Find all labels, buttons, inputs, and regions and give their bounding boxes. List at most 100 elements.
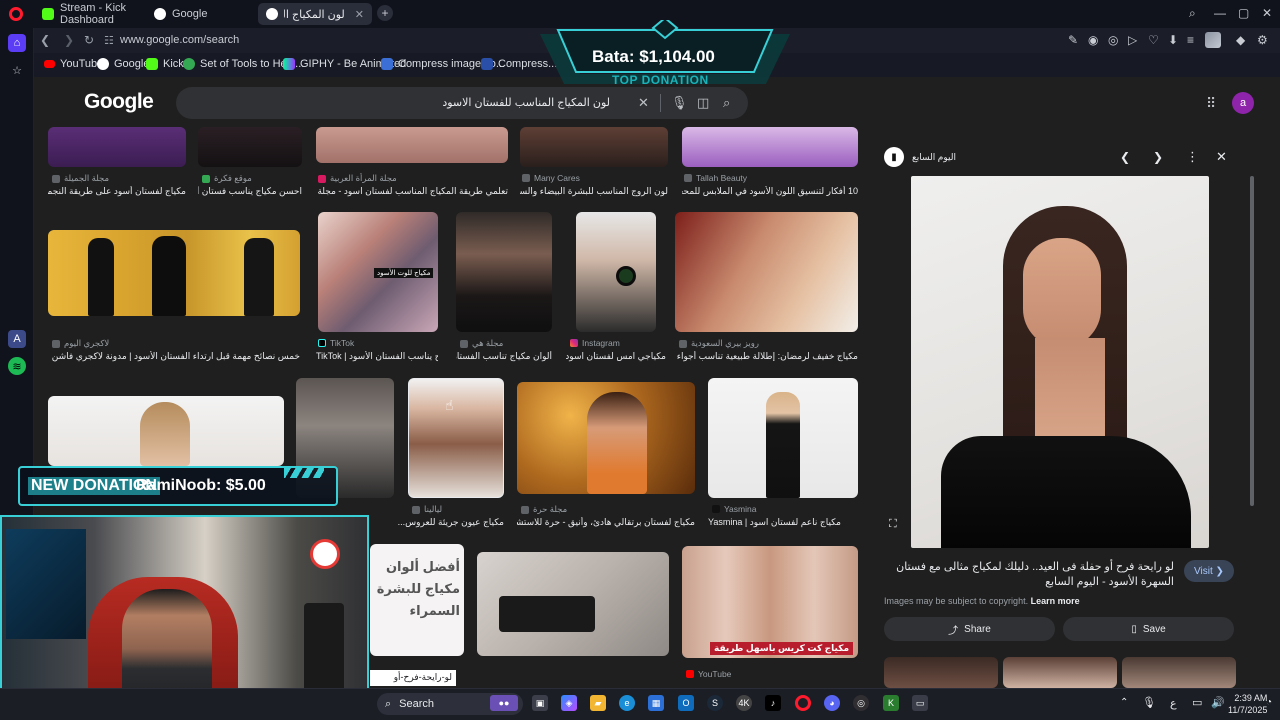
forward-icon[interactable]: ❯ [64, 33, 74, 47]
volume-icon[interactable]: 🔊 [1211, 696, 1225, 709]
result-image[interactable] [48, 127, 186, 167]
file-explorer-icon[interactable]: ▰ [590, 695, 606, 711]
notifications-icon[interactable]: ◔ [1266, 697, 1272, 708]
opera-logo-icon[interactable] [9, 7, 23, 21]
related-image[interactable] [884, 657, 998, 688]
preview-image[interactable] [911, 176, 1209, 548]
result-source[interactable]: مجلة هي [460, 338, 550, 349]
account-avatar[interactable]: a [1232, 92, 1254, 114]
language-indicator[interactable]: ع [1170, 697, 1177, 710]
tab-google[interactable]: Google [146, 3, 256, 25]
play-icon[interactable]: ▷ [1128, 33, 1137, 47]
result-source[interactable]: Yasmina [712, 504, 858, 514]
task-view-icon[interactable]: ▣ [532, 695, 548, 711]
result-source[interactable]: لاكجري اليوم [52, 338, 292, 349]
kick-app-icon[interactable]: K [883, 695, 899, 711]
result-caption[interactable]: Yasmina | مكياج ناعم لفستان اسود [708, 517, 858, 528]
result-source[interactable]: YouTube [686, 669, 856, 679]
search-input[interactable]: لون المكياج المناسب للفستان الاسود [190, 96, 610, 109]
discord-icon[interactable]: ◕ [824, 695, 840, 711]
opera-icon[interactable] [795, 695, 811, 711]
wallet-icon[interactable]: ◆ [1236, 33, 1245, 47]
result-image[interactable] [682, 127, 858, 167]
new-tab-button[interactable]: + [377, 5, 393, 21]
menu-icon[interactable]: ≡ [1187, 33, 1194, 47]
copilot-icon[interactable]: ◈ [561, 695, 577, 711]
lens-search-icon[interactable]: ◫ [697, 95, 709, 111]
search-tabs-icon[interactable]: ⌕ [1189, 6, 1196, 21]
result-image[interactable] [517, 382, 695, 494]
result-caption[interactable]: TikTok | مكياج يناسب الفستان الأسود [316, 351, 438, 362]
result-image[interactable]: مكياج كت كريس باسهل طريقة [682, 546, 858, 658]
spotify-icon[interactable]: ≋ [8, 357, 26, 375]
result-image[interactable] [456, 212, 552, 332]
result-source[interactable]: مجلة المرأة العربية [318, 173, 506, 184]
steam-icon[interactable]: S [707, 695, 723, 711]
result-caption[interactable]: مكياج خفيف لرمضان: إطلالة طبيعية تناسب أ… [675, 351, 858, 362]
result-caption[interactable]: مكياج لفستان برتقالي هادئ، وأنيق - حرة ل… [517, 517, 695, 528]
store-icon[interactable]: ▦ [648, 695, 664, 711]
result-image[interactable] [198, 127, 302, 167]
related-image[interactable] [1003, 657, 1117, 688]
result-image[interactable] [48, 396, 284, 466]
display-icon[interactable]: ▭ [1192, 696, 1202, 709]
close-tab-icon[interactable]: ✕ [355, 8, 364, 21]
panel-source-name[interactable]: اليوم السابع [912, 152, 956, 163]
learn-more-link[interactable]: Learn more [1031, 596, 1080, 606]
edit-icon[interactable]: ✎ [1068, 33, 1078, 47]
bookmark-youtube[interactable]: YouTube [44, 58, 103, 70]
settings-icon[interactable]: ⚙ [1257, 33, 1268, 47]
close-panel-icon[interactable]: ✕ [1216, 149, 1227, 165]
result-caption[interactable]: خمس نصائح مهمة قبل ارتداء الفستان الأسود… [48, 351, 300, 362]
system-clock[interactable]: 2:39 AM 11/7/2025 [1228, 692, 1267, 716]
result-image[interactable] [675, 212, 858, 332]
tab-current-search[interactable]: لون المكياج المناسب للفستا... ✕ [258, 3, 372, 25]
maximize-button[interactable]: ▢ [1238, 6, 1249, 20]
bookmark-google[interactable]: Google [97, 58, 149, 70]
next-image-icon[interactable]: ❯ [1153, 150, 1163, 164]
search-icon[interactable]: ⌕ [723, 95, 730, 111]
share-button[interactable]: ⤴ Share [884, 617, 1055, 641]
outlook-icon[interactable]: O [678, 695, 694, 711]
download-icon[interactable]: ⬇ [1168, 33, 1178, 47]
show-hidden-icons[interactable]: ⌃ [1120, 697, 1128, 708]
result-caption[interactable]: مكياج لفستان أسود على طريقة النجمات | [48, 186, 186, 197]
result-caption[interactable]: احسن مكياج يناسب فستان أس... [198, 186, 302, 197]
save-button[interactable]: ▯ Save [1063, 617, 1234, 641]
result-source[interactable]: TikTok [318, 338, 438, 348]
more-options-icon[interactable]: ⋮ [1186, 149, 1199, 165]
close-window-button[interactable]: ✕ [1262, 6, 1272, 20]
related-image[interactable] [1122, 657, 1236, 688]
aria-icon[interactable]: A [8, 330, 26, 348]
bookmark-kick[interactable]: Kick [146, 58, 184, 70]
microphone-icon[interactable]: 🎙 [1142, 696, 1156, 709]
obs-icon[interactable]: ◎ [853, 695, 869, 711]
voice-search-icon[interactable]: 🎙 [671, 95, 688, 111]
minimize-button[interactable]: — [1214, 6, 1226, 20]
edge-icon[interactable]: e [619, 695, 635, 711]
heart-icon[interactable]: ♡ [1148, 33, 1159, 47]
result-caption[interactable]: ألوان مكياج تناسب الفستان... [456, 351, 552, 362]
result-caption[interactable]: مكياجي امس لفستان اسود ... [566, 351, 666, 362]
recorder-icon[interactable]: ▭ [912, 695, 928, 711]
result-source[interactable]: Tallah Beauty [684, 173, 856, 183]
apps-grid-icon[interactable]: ⠿ [1206, 95, 1216, 112]
result-caption[interactable]: 10 أفكار لتنسيق اللون الأسود في الملابس … [682, 186, 858, 197]
result-image[interactable] [316, 127, 508, 163]
tab-kick-dashboard[interactable]: Stream - Kick Dashboard [34, 2, 146, 26]
result-source[interactable]: رويز بيري السعودية [679, 338, 857, 349]
result-caption[interactable]: مكياج عيون جريئة للعروس... [384, 517, 504, 528]
result-caption[interactable]: تعلمي طريقة المكياج المناسب لفستان اسود … [316, 186, 508, 197]
result-image-collage[interactable]: مكياج للوت الأسود [318, 212, 438, 332]
panel-scrollbar[interactable] [1250, 176, 1254, 506]
back-icon[interactable]: ❮ [40, 33, 50, 47]
result-image[interactable] [477, 552, 669, 656]
url-field[interactable]: www.google.com/search [120, 34, 239, 46]
home-icon[interactable]: ⌂ [8, 34, 26, 52]
result-image[interactable]: أفضل ألوان مكياج للبشرة السمراء [370, 544, 464, 656]
star-icon[interactable]: ☆ [8, 61, 26, 79]
prev-image-icon[interactable]: ❮ [1120, 150, 1130, 164]
result-source[interactable]: موقع فكرة [202, 173, 302, 184]
profile-avatar[interactable] [1205, 32, 1221, 48]
tiktok-icon[interactable]: ♪ [765, 695, 781, 711]
